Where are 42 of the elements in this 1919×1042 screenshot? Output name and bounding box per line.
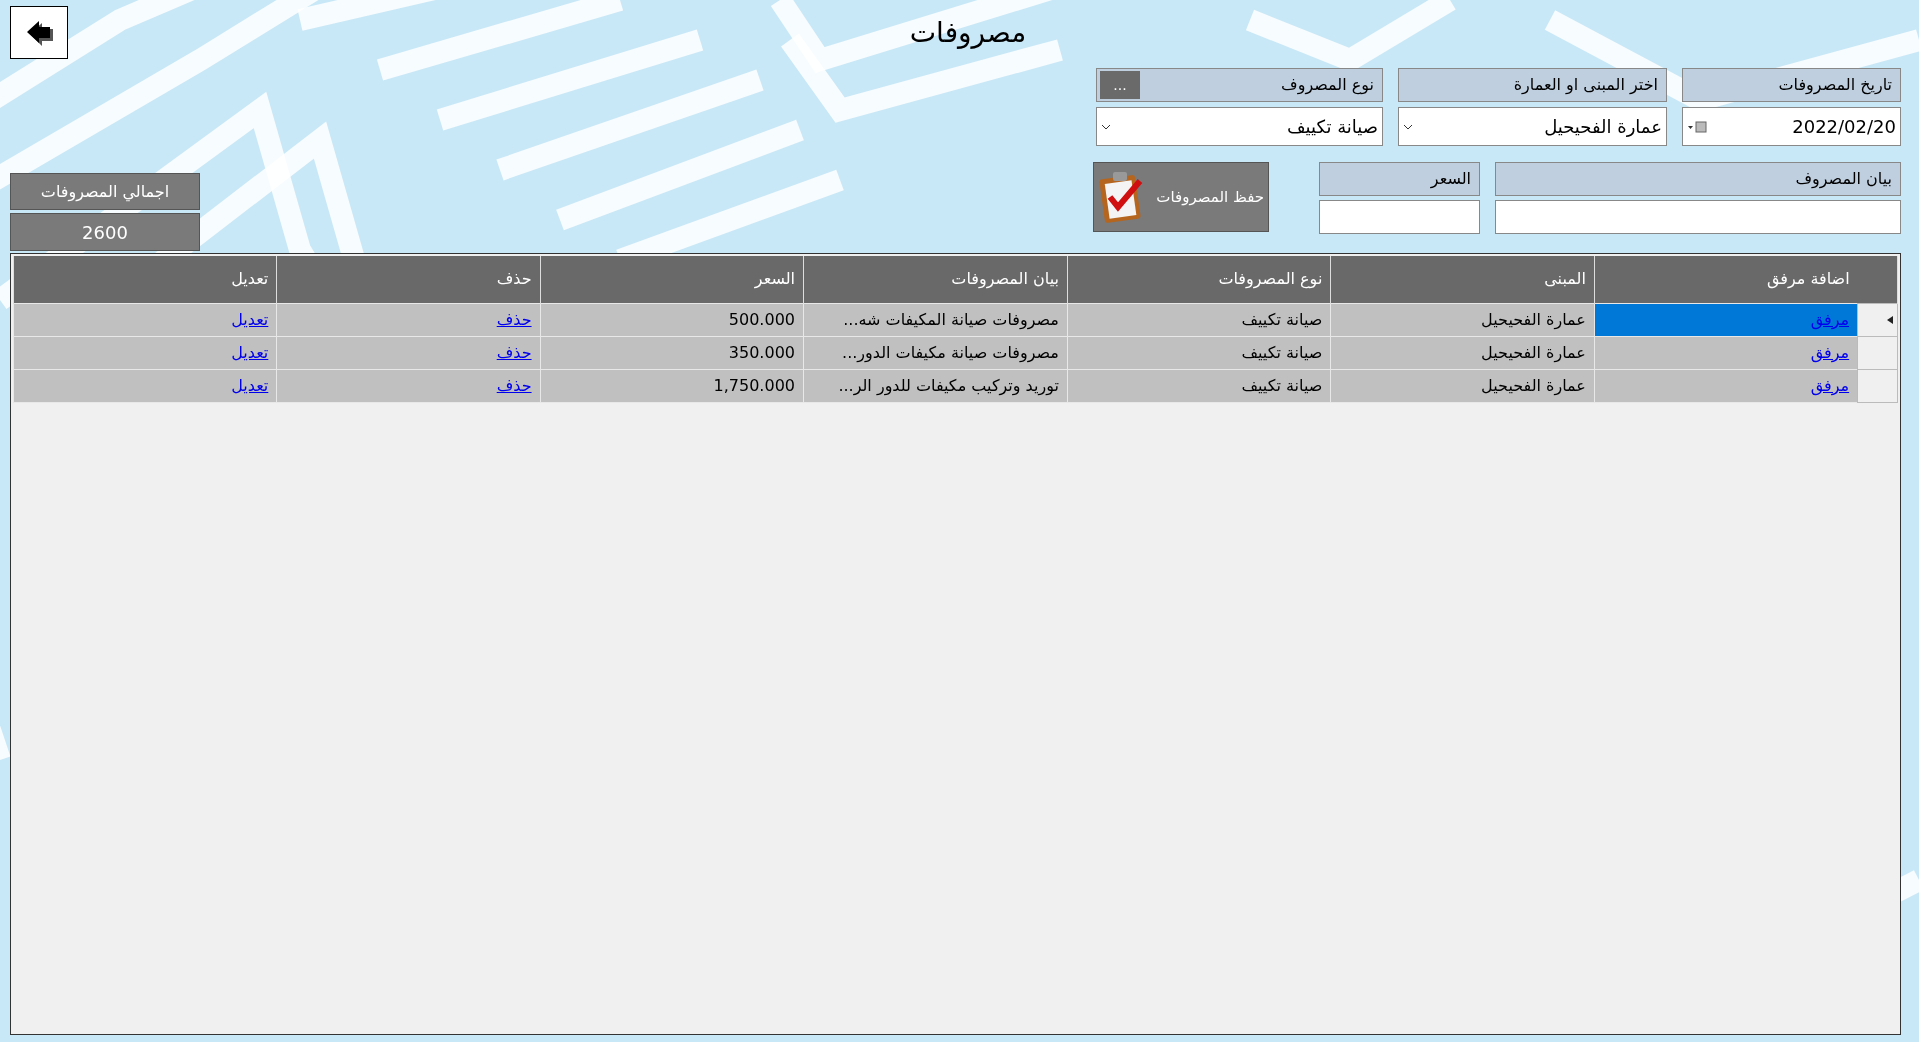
back-button[interactable] [10, 6, 68, 59]
dropdown-value: صيانة تكييف [1286, 115, 1378, 139]
page-title: مصروفات [909, 15, 1027, 51]
chevron-down-icon [1101, 122, 1111, 131]
attachment-link[interactable]: مرفق [1810, 375, 1850, 395]
table-cell: عمارة الفحيحيل [1330, 369, 1595, 402]
save-button[interactable]: حفظ المصروفات [1093, 162, 1269, 232]
price-input[interactable] [1319, 200, 1480, 234]
table-link[interactable]: تعديل [231, 342, 269, 362]
table-cell: توريد وتركيب مكيفات للدور الر... [803, 369, 1068, 402]
table-cell: 350.000 [540, 336, 804, 369]
price-label: السعر [1319, 162, 1480, 196]
table-link[interactable]: حذف [496, 342, 532, 362]
table-cell: صيانة تكييف [1067, 369, 1331, 402]
table-cell: مصروفات صيانة مكيفات الدور... [803, 336, 1068, 369]
description-label: بيان المصروف [1495, 162, 1901, 196]
chevron-down-icon [1403, 122, 1413, 131]
table-link[interactable]: حذف [496, 309, 532, 329]
table-cell: صيانة تكييف [1067, 303, 1331, 336]
calendar-dropdown-icon [1687, 120, 1707, 133]
date-picker[interactable]: 2022/02/20 [1682, 107, 1901, 146]
field-label: تاريخ المصروفات [1682, 68, 1901, 102]
dropdown[interactable]: عمارة الفحيحيل [1398, 107, 1667, 146]
description-input[interactable] [1495, 200, 1901, 234]
table-cell: صيانة تكييف [1067, 336, 1331, 369]
table-cell: 1,750.000 [540, 369, 804, 402]
table-cell: 500.000 [540, 303, 804, 336]
date-value: 2022/02/20 [1792, 115, 1896, 139]
table-cell: عمارة الفحيحيل [1330, 303, 1595, 336]
browse-button[interactable]: ... [1100, 71, 1140, 99]
table-cell: عمارة الفحيحيل [1330, 336, 1595, 369]
table-cell: مصروفات صيانة المكيفات شه... [803, 303, 1068, 336]
table-link[interactable]: حذف [496, 375, 532, 395]
total-value: 2600 [10, 213, 200, 251]
dropdown[interactable]: صيانة تكييف [1096, 107, 1383, 146]
table-link[interactable]: تعديل [231, 375, 269, 395]
table-link[interactable]: تعديل [231, 309, 269, 329]
attachment-link[interactable]: مرفق [1810, 342, 1850, 362]
field-label: نوع المصروف [1281, 74, 1374, 97]
dropdown-value: عمارة الفحيحيل [1544, 115, 1662, 139]
field-label: اختر المبنى او العمارة [1398, 68, 1667, 102]
total-label: اجمالي المصروفات [10, 173, 200, 210]
